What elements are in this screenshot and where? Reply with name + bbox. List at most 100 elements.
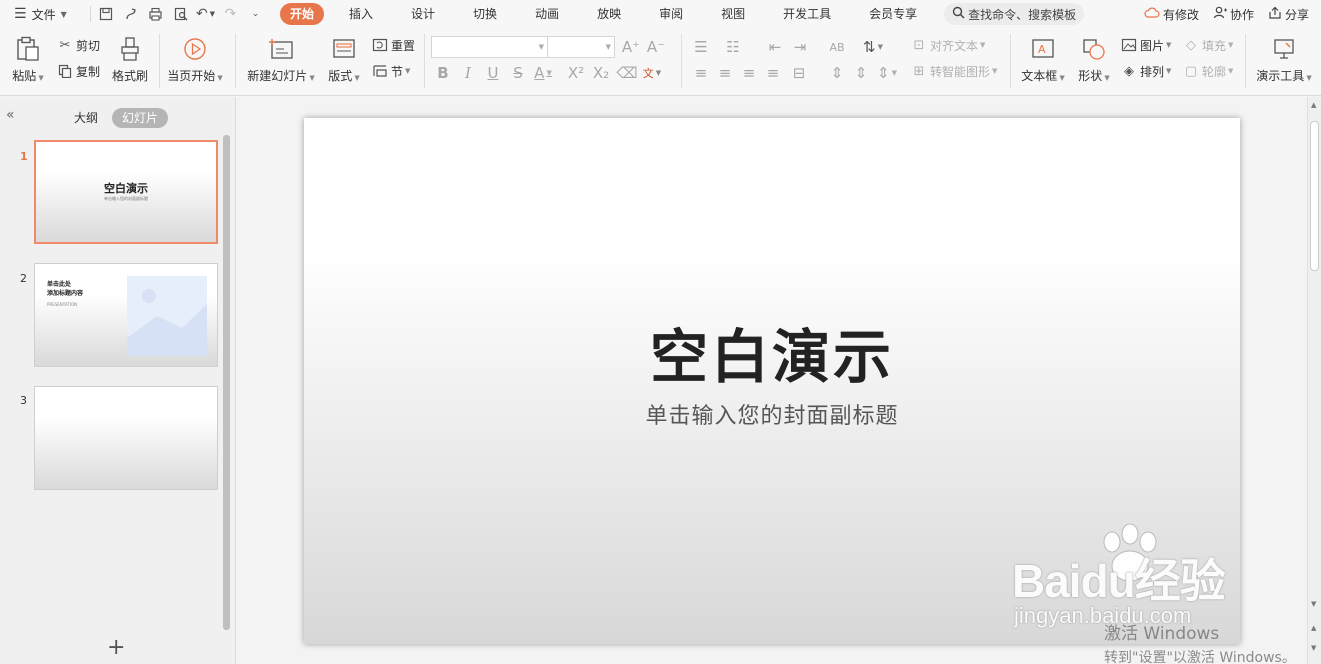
customize-toolbar-icon[interactable]: ⌄	[243, 3, 268, 25]
subscript-icon[interactable]: X₂	[590, 63, 612, 83]
print-icon[interactable]	[143, 3, 168, 25]
textbox-button[interactable]: A 文本框 ▼	[1018, 28, 1068, 84]
increase-indent-icon[interactable]: ⇥	[789, 37, 811, 57]
modified-status[interactable]: 有修改	[1144, 6, 1199, 23]
collaborate-button[interactable]: 协作	[1213, 6, 1254, 23]
copy-icon	[56, 62, 74, 80]
align-center-icon[interactable]: ≡	[714, 63, 736, 83]
scroll-thumb[interactable]	[1310, 121, 1319, 271]
outline-button[interactable]: ▢ 轮廓 ▼	[1182, 62, 1234, 80]
tab-transitions[interactable]: 切换	[460, 3, 510, 25]
chevron-down-icon: ▼	[60, 9, 67, 19]
italic-icon[interactable]: I	[457, 63, 479, 83]
tab-developer[interactable]: 开发工具	[770, 3, 844, 25]
text-direction-icon[interactable]: AB	[826, 37, 848, 57]
editor-scrollbar[interactable]: ▲ ▼ ▲ ▼	[1307, 97, 1321, 664]
font-color-icon[interactable]: A ▼	[532, 63, 554, 83]
eraser-icon[interactable]: ⌫	[616, 63, 638, 83]
section-button[interactable]: 节 ▼	[371, 62, 410, 80]
image-placeholder-icon	[127, 276, 207, 356]
tab-review[interactable]: 审阅	[646, 3, 696, 25]
tab-view[interactable]: 视图	[708, 3, 758, 25]
divider	[235, 34, 236, 88]
line-spacing-icon[interactable]: ⇕	[826, 63, 848, 83]
phonetic-guide-icon[interactable]: 文 ▼	[641, 63, 663, 83]
tab-member[interactable]: 会员专享	[856, 3, 930, 25]
search-label: 查找命令、搜索模板	[968, 7, 1077, 22]
print-preview-icon[interactable]	[168, 3, 193, 25]
tab-home[interactable]: 开始	[280, 3, 325, 25]
align-left-icon[interactable]: ≡	[690, 63, 712, 83]
play-from-current-button[interactable]: 当页开始 ▼	[166, 28, 224, 84]
file-menu[interactable]: ☰ 文件 ▼	[0, 6, 88, 23]
bullet-list-icon[interactable]: ☰	[690, 37, 712, 57]
paragraph-spacing-icon[interactable]: ⇕	[850, 63, 872, 83]
command-search[interactable]: 查找命令、搜索模板	[944, 3, 1085, 25]
smartart-button[interactable]: ⊞ 转智能图形 ▼	[910, 62, 998, 80]
picture-label: 图片	[1140, 38, 1165, 53]
copy-button[interactable]: 复制	[56, 62, 100, 80]
slide-subtitle[interactable]: 单击输入您的封面副标题	[304, 398, 1240, 430]
slide-thumbnail-1[interactable]: 空白演示 单击输入您的封面副标题	[34, 140, 218, 244]
tab-insert[interactable]: 插入	[336, 3, 386, 25]
layout-button[interactable]: 版式 ▼	[326, 28, 362, 84]
next-slide-icon[interactable]: ▼	[1311, 644, 1316, 652]
sort-icon[interactable]: ⇅ ▼	[862, 37, 884, 57]
superscript-icon[interactable]: X²	[565, 63, 587, 83]
redo-icon[interactable]: ↷	[218, 3, 243, 25]
fill-button[interactable]: ◇ 填充 ▼	[1182, 36, 1233, 54]
presentation-tools-button[interactable]: 演示工具 ▼	[1254, 28, 1314, 84]
underline-icon[interactable]: U	[482, 63, 504, 83]
slide-number: 2	[20, 272, 27, 285]
output-pdf-icon[interactable]	[118, 3, 143, 25]
tab-outline[interactable]: 大纲	[74, 108, 98, 128]
tab-design[interactable]: 设计	[398, 3, 448, 25]
layers-icon: ◈	[1124, 63, 1134, 79]
shapes-button[interactable]: 形状 ▼	[1075, 28, 1113, 84]
slide-number: 3	[20, 394, 27, 407]
svg-text:A: A	[1038, 43, 1046, 56]
presentation-tools-label: 演示工具	[1256, 69, 1305, 83]
arrange-button[interactable]: ◈ 排列 ▼	[1120, 62, 1171, 80]
reset-button[interactable]: 重置	[371, 36, 415, 54]
increase-font-icon[interactable]: A⁺	[620, 37, 642, 57]
decrease-indent-icon[interactable]: ⇤	[764, 37, 786, 57]
add-slide-button[interactable]: +	[107, 635, 125, 660]
font-name-select[interactable]: ▼	[431, 36, 548, 58]
scroll-down-icon[interactable]: ▼	[1311, 600, 1316, 608]
brush-icon	[117, 36, 143, 62]
distribute-icon[interactable]: ⊟	[788, 63, 810, 83]
strikethrough-icon[interactable]: S	[507, 63, 529, 83]
file-menu-label: 文件	[31, 7, 56, 22]
align-right-icon[interactable]: ≡	[738, 63, 760, 83]
share-button[interactable]: 分享	[1268, 6, 1309, 23]
panel-scrollbar[interactable]	[223, 135, 230, 630]
cut-button[interactable]: ✂ 剪切	[56, 36, 100, 54]
new-slide-button[interactable]: 新建幻灯片 ▼	[245, 28, 317, 84]
slide-title[interactable]: 空白演示	[304, 310, 1240, 394]
justify-icon[interactable]: ≡	[762, 63, 784, 83]
tab-slideshow[interactable]: 放映	[584, 3, 634, 25]
collapse-panel-icon[interactable]: «	[6, 107, 15, 123]
tab-slides[interactable]: 幻灯片	[112, 108, 169, 128]
undo-icon[interactable]: ↶ ▼	[193, 3, 218, 25]
picture-button[interactable]: 图片 ▼	[1120, 36, 1171, 54]
save-icon[interactable]	[93, 3, 118, 25]
slide-thumbnail-2[interactable]: 单击此处 添加标题内容 PRESENTATION	[34, 263, 218, 367]
slide-thumbnail-3[interactable]	[34, 386, 218, 490]
cloud-sync-icon	[1144, 6, 1160, 22]
tab-animations[interactable]: 动画	[522, 3, 572, 25]
format-painter-button[interactable]: 格式刷	[108, 28, 152, 84]
decrease-font-icon[interactable]: A⁻	[645, 37, 667, 57]
scroll-up-icon[interactable]: ▲	[1311, 101, 1316, 109]
paste-button[interactable]: 粘贴 ▼	[10, 28, 46, 84]
smartart-label: 转智能图形	[930, 64, 991, 79]
previous-slide-icon[interactable]: ▲	[1311, 624, 1316, 632]
bold-icon[interactable]: B	[432, 63, 454, 83]
align-text-button[interactable]: ⊡ 对齐文本 ▼	[910, 36, 986, 54]
spacing-options-icon[interactable]: ⇕ ▼	[876, 63, 898, 83]
smartart-icon: ⊞	[913, 63, 925, 79]
font-size-select[interactable]: ▼	[547, 36, 615, 58]
numbered-list-icon[interactable]: ☷	[722, 37, 744, 57]
scissors-icon: ✂	[59, 37, 71, 53]
